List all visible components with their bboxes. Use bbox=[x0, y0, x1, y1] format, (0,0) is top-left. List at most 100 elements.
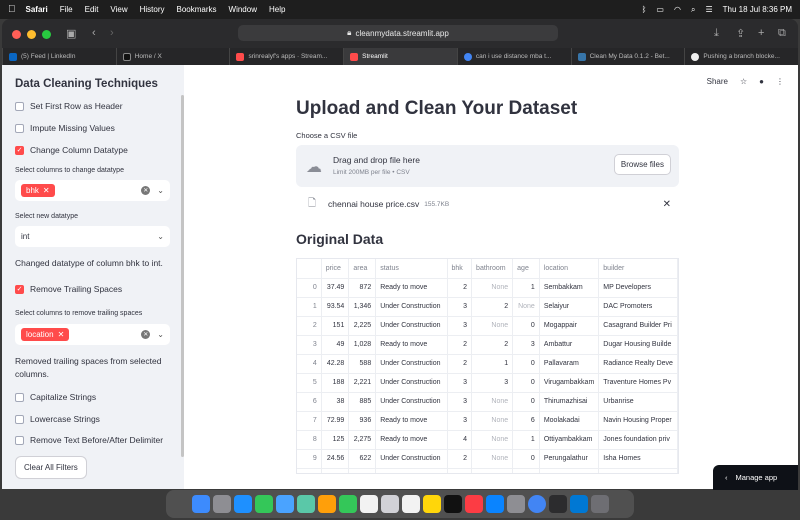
checkbox-impute[interactable]: Impute Missing Values bbox=[15, 123, 115, 133]
table-cell[interactable] bbox=[471, 468, 514, 473]
table-cell[interactable]: 4 bbox=[297, 354, 322, 374]
table-cell[interactable]: 151 bbox=[321, 316, 350, 336]
table-cell[interactable]: 1,346 bbox=[348, 297, 377, 317]
forward-icon[interactable]: › bbox=[110, 27, 114, 39]
app-store-icon[interactable] bbox=[485, 495, 504, 513]
table-cell[interactable]: Traventure Homes Pv bbox=[598, 373, 678, 393]
table-cell[interactable]: 42.28 bbox=[321, 354, 350, 374]
table-cell[interactable]: 37.49 bbox=[321, 278, 350, 298]
table-cell[interactable]: None bbox=[512, 297, 540, 317]
photos-icon[interactable] bbox=[317, 495, 336, 513]
table-row[interactable]: 10 bbox=[297, 468, 678, 473]
clear-filters-button[interactable]: Clear All Filters bbox=[15, 456, 87, 479]
table-cell[interactable]: 188 bbox=[321, 373, 350, 393]
table-cell[interactable]: 7 bbox=[297, 411, 322, 431]
table-cell[interactable]: 0 bbox=[512, 316, 540, 336]
table-cell[interactable] bbox=[512, 468, 540, 473]
table-cell[interactable]: Isha Homes bbox=[598, 449, 678, 469]
table-cell[interactable]: Sembakkam bbox=[539, 278, 600, 298]
terminal-icon[interactable] bbox=[548, 495, 567, 513]
remove-file-icon[interactable]: ✕ bbox=[663, 199, 671, 210]
chevron-down-icon[interactable]: ⌄ bbox=[157, 186, 164, 195]
table-cell[interactable]: 3 bbox=[447, 411, 473, 431]
table-cell[interactable]: 2 bbox=[447, 278, 473, 298]
table-cell[interactable] bbox=[598, 468, 678, 473]
table-cell[interactable]: Thirumazhisai bbox=[539, 392, 600, 412]
table-cell[interactable]: 588 bbox=[348, 354, 377, 374]
table-cell[interactable]: Under Construction bbox=[375, 392, 448, 412]
table-cell[interactable]: None bbox=[471, 278, 514, 298]
menu-bookmarks[interactable]: Bookmarks bbox=[177, 5, 217, 14]
table-cell[interactable]: Under Construction bbox=[375, 354, 448, 374]
safari-icon[interactable] bbox=[233, 495, 252, 513]
settings-icon[interactable] bbox=[506, 495, 525, 513]
checkbox-set-header[interactable]: Set First Row as Header bbox=[15, 101, 123, 111]
column-header[interactable]: builder bbox=[598, 259, 678, 279]
table-cell[interactable] bbox=[539, 468, 600, 473]
table-cell[interactable]: 872 bbox=[348, 278, 377, 298]
checkbox-capitalize[interactable]: Capitalize Strings bbox=[15, 392, 96, 402]
chip-location[interactable]: location ✕ bbox=[21, 328, 70, 341]
table-cell[interactable]: 2 bbox=[471, 297, 514, 317]
back-icon[interactable]: ‹ bbox=[92, 27, 96, 39]
column-header[interactable]: area bbox=[348, 259, 377, 279]
table-cell[interactable]: 10 bbox=[297, 468, 322, 473]
column-header[interactable]: status bbox=[375, 259, 448, 279]
checkbox-change-dtype[interactable]: ✓ Change Column Datatype bbox=[15, 145, 128, 155]
table-cell[interactable]: 2 bbox=[471, 335, 514, 355]
table-cell[interactable]: 6 bbox=[297, 392, 322, 412]
table-cell[interactable]: 3 bbox=[297, 335, 322, 355]
table-cell[interactable]: 1 bbox=[512, 278, 540, 298]
table-cell[interactable]: 2 bbox=[297, 316, 322, 336]
manage-app-button[interactable]: ‹ Manage app bbox=[713, 465, 798, 490]
table-cell[interactable]: 1 bbox=[297, 297, 322, 317]
checkbox-box[interactable] bbox=[15, 414, 24, 424]
reminders-icon[interactable] bbox=[401, 495, 420, 513]
table-cell[interactable]: 0 bbox=[297, 278, 322, 298]
messages-icon[interactable] bbox=[254, 495, 273, 513]
table-cell[interactable]: Under Construction bbox=[375, 297, 448, 317]
minimize-window-button[interactable] bbox=[27, 30, 36, 39]
table-cell[interactable]: Ready to move bbox=[375, 430, 448, 450]
table-cell[interactable]: None bbox=[471, 316, 514, 336]
checkbox-box[interactable] bbox=[15, 101, 24, 111]
checkmark-icon[interactable]: ✓ bbox=[15, 145, 24, 155]
new-dtype-select[interactable]: int ⌄ bbox=[15, 226, 170, 247]
table-cell[interactable]: Under Construction bbox=[375, 316, 448, 336]
table-cell[interactable]: DAC Promoters bbox=[598, 297, 678, 317]
contacts-icon[interactable] bbox=[380, 495, 399, 513]
browse-files-button[interactable]: Browse files bbox=[613, 154, 671, 175]
table-cell[interactable]: Under Construction bbox=[375, 373, 448, 393]
trash-icon[interactable] bbox=[590, 495, 609, 513]
table-cell[interactable]: MP Developers bbox=[598, 278, 678, 298]
new-tab-icon[interactable]: + bbox=[758, 27, 764, 39]
table-cell[interactable]: 3 bbox=[447, 373, 473, 393]
wifi-icon[interactable]: ◠ bbox=[674, 5, 681, 14]
launchpad-icon[interactable] bbox=[212, 495, 231, 513]
table-cell[interactable]: 125 bbox=[321, 430, 350, 450]
more-menu-icon[interactable]: ⋮ bbox=[776, 77, 784, 86]
table-cell[interactable]: Navin Housing Proper bbox=[598, 411, 678, 431]
table-row[interactable]: 7 72.99 936 Ready to move 3 None 6 Moolakadai Na… bbox=[297, 411, 678, 431]
table-cell[interactable]: 3 bbox=[471, 373, 514, 393]
chip-remove-icon[interactable]: ✕ bbox=[58, 330, 65, 339]
menubar-clock[interactable]: Thu 18 Jul 8:36 PM bbox=[723, 5, 792, 14]
table-cell[interactable]: 93.54 bbox=[321, 297, 350, 317]
table-cell[interactable]: 0 bbox=[512, 449, 540, 469]
checkbox-box[interactable] bbox=[15, 392, 24, 402]
table-cell[interactable] bbox=[321, 468, 350, 473]
chip-remove-icon[interactable]: ✕ bbox=[43, 186, 50, 195]
tab-pypi[interactable]: Clean My Data 0.1.2 - Bet... bbox=[570, 48, 685, 65]
table-cell[interactable]: 1,028 bbox=[348, 335, 377, 355]
table-cell[interactable]: 936 bbox=[348, 411, 377, 431]
column-header[interactable]: location bbox=[539, 259, 600, 279]
download-icon[interactable]: ⤓ bbox=[714, 27, 719, 40]
table-cell[interactable]: 1 bbox=[512, 430, 540, 450]
table-row[interactable]: 2 151 2,225 Under Construction 3 None 0 Mogappa… bbox=[297, 316, 678, 336]
music-icon[interactable] bbox=[464, 495, 483, 513]
table-cell[interactable]: 0 bbox=[512, 392, 540, 412]
table-cell[interactable]: 2,275 bbox=[348, 430, 377, 450]
menu-history[interactable]: History bbox=[140, 5, 165, 14]
chevron-down-icon[interactable]: ⌄ bbox=[157, 330, 164, 339]
table-cell[interactable]: Dugar Housing Builde bbox=[598, 335, 678, 355]
